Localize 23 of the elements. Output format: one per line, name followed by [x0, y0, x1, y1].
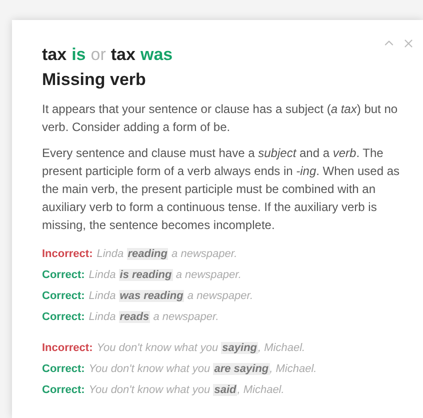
paragraph: Every sentence and clause must have a subject and a verb. The present participle form of a verb always ends in -ing. When used as the main verb, the present participle must be combined with an auxiliary verb to form a continuous tense. If the auxiliary verb is missing, the sentence becomes incomplete. [42, 145, 401, 234]
example-sentence: You don't know what you are saying, Michael. [88, 362, 317, 377]
example-label: Incorrect: [42, 341, 93, 356]
paragraph: It appears that your sentence or clause has a subject (a tax) but no verb. Consider adding a form of be. [42, 101, 399, 136]
example-sentence: You don't know what you said, Michael. [88, 383, 284, 398]
example-label: Correct: [42, 383, 85, 398]
example-sentence: Linda is reading a newspaper. [88, 268, 242, 283]
heading: Missing verb [42, 69, 147, 91]
title-word: is [72, 44, 86, 66]
title-word: tax [110, 44, 136, 66]
example-label: Correct: [42, 310, 85, 325]
title-word: or [90, 44, 106, 66]
example-label: Incorrect: [42, 247, 93, 262]
example-label: Correct: [42, 268, 85, 283]
example-label: Correct: [42, 362, 85, 377]
example-sentence: Linda reading a newspaper. [96, 247, 238, 262]
close-icon [402, 36, 415, 50]
title-word: tax [42, 44, 67, 66]
example-sentence: Linda reads a newspaper. [88, 310, 219, 325]
example-label: Correct: [42, 289, 85, 304]
example-sentence: Linda was reading a newspaper. [88, 289, 254, 304]
title-word: was [140, 44, 173, 66]
example-sentence: You don't know what you saying, Michael. [96, 341, 306, 356]
